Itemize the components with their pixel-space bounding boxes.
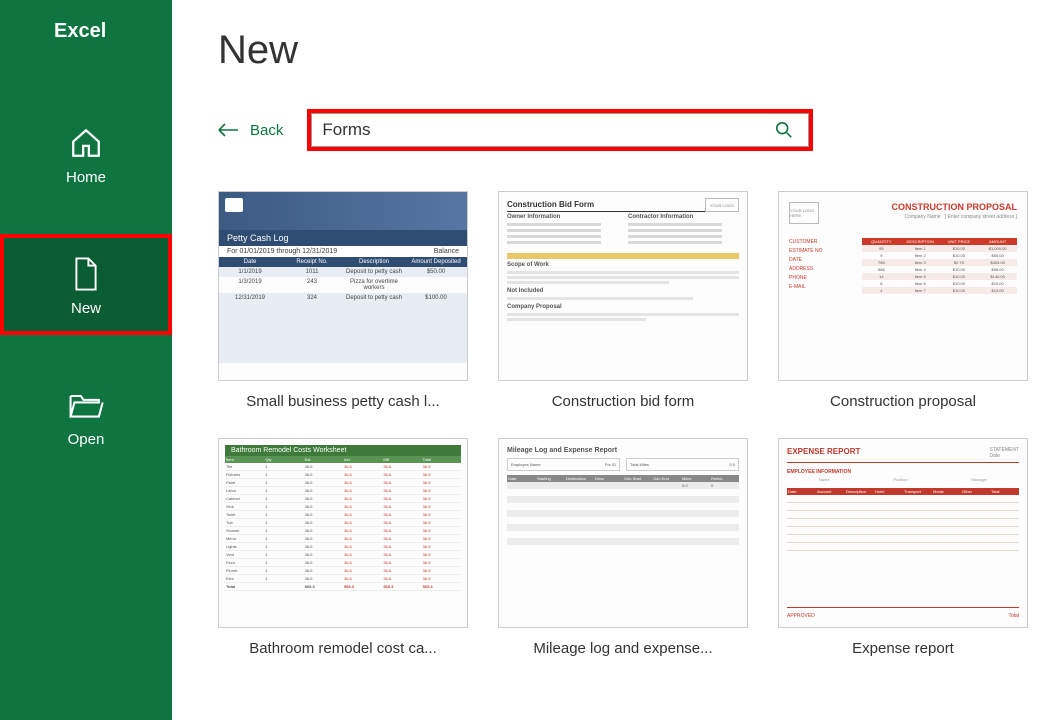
nav-home-label: Home [66, 169, 106, 186]
search-input[interactable] [322, 120, 770, 140]
sidebar: Excel Home New Open [0, 0, 172, 720]
template-label: Construction bid form [498, 393, 748, 410]
template-thumb: YOUR LOGO HERE CONSTRUCTION PROPOSAL Com… [778, 191, 1028, 381]
template-construction-proposal[interactable]: YOUR LOGO HERE CONSTRUCTION PROPOSAL Com… [778, 191, 1028, 410]
search-row: Back [218, 109, 1023, 151]
template-label: Construction proposal [778, 393, 1028, 410]
template-thumb: YOUR LOGO Construction Bid Form Owner In… [498, 191, 748, 381]
template-thumb: Bathroom Remodel Costs Worksheet ItemQty… [218, 438, 468, 628]
template-label: Expense report [778, 640, 1028, 657]
nav-home[interactable]: Home [0, 103, 172, 204]
search-box [311, 113, 809, 147]
template-expense-report[interactable]: EXPENSE REPORT STATEMENTDate EMPLOYEE IN… [778, 438, 1028, 657]
template-mileage-log[interactable]: Mileage Log and Expense Report Employee … [498, 438, 748, 657]
template-label: Bathroom remodel cost ca... [218, 640, 468, 657]
home-icon [68, 125, 104, 161]
template-construction-bid[interactable]: YOUR LOGO Construction Bid Form Owner In… [498, 191, 748, 410]
new-file-icon [68, 256, 104, 292]
back-label: Back [250, 122, 283, 139]
template-grid: Petty Cash Log For 01/01/2019 through 12… [218, 191, 1023, 657]
template-bathroom-remodel[interactable]: Bathroom Remodel Costs Worksheet ItemQty… [218, 438, 468, 657]
nav-open-label: Open [68, 431, 105, 448]
template-petty-cash[interactable]: Petty Cash Log For 01/01/2019 through 12… [218, 191, 468, 410]
template-thumb: EXPENSE REPORT STATEMENTDate EMPLOYEE IN… [778, 438, 1028, 628]
arrow-left-icon [218, 123, 240, 137]
search-container [307, 109, 813, 151]
page-title: New [218, 28, 1023, 73]
template-thumb: Mileage Log and Expense Report Employee … [498, 438, 748, 628]
back-button[interactable]: Back [218, 122, 283, 139]
app-title: Excel [0, 20, 172, 43]
folder-open-icon [68, 387, 104, 423]
search-button[interactable] [770, 121, 798, 139]
nav-open[interactable]: Open [0, 365, 172, 466]
main-content: New Back Petty Cash Log For 01/01/2019 t… [172, 0, 1059, 720]
nav-new-label: New [71, 300, 101, 317]
nav-new[interactable]: New [0, 234, 172, 335]
template-thumb: Petty Cash Log For 01/01/2019 through 12… [218, 191, 468, 381]
template-label: Small business petty cash l... [218, 393, 468, 410]
template-label: Mileage log and expense... [498, 640, 748, 657]
